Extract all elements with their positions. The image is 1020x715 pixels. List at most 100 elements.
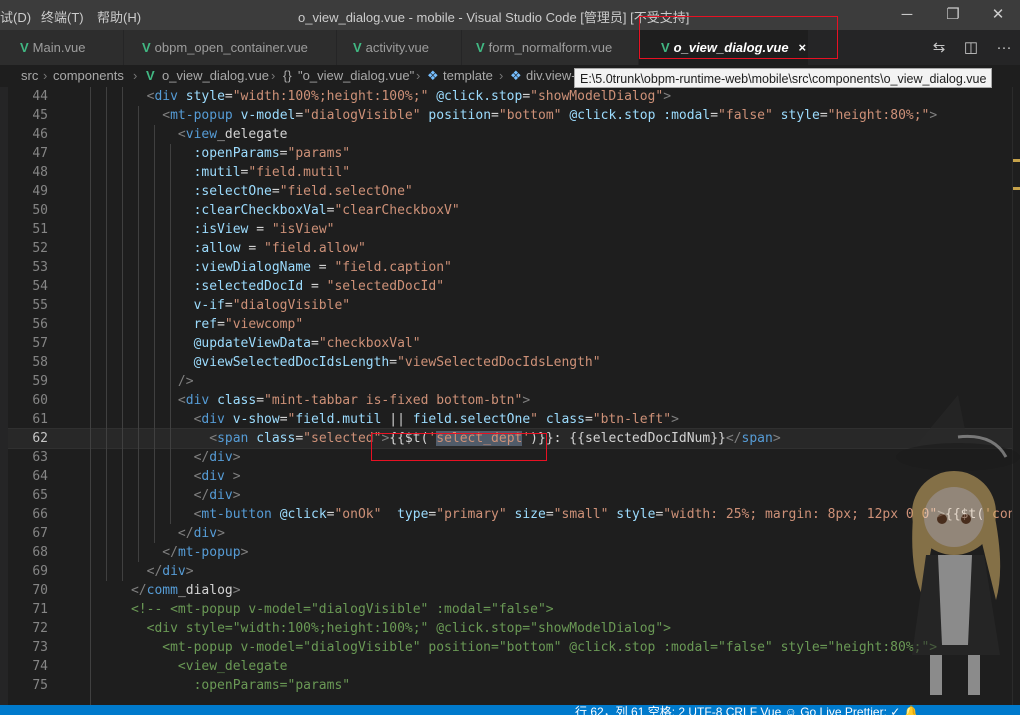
code-line: 55 v-if="dialogVisible" [8,296,1012,315]
breadcrumb-template[interactable]: template [443,68,493,83]
tab-obpm-open-container[interactable]: Vobpm_open_container.vue [124,30,337,65]
breadcrumb-file[interactable]: o_view_dialog.vue [162,68,269,83]
line-number: 51 [32,222,48,237]
menu-terminal[interactable]: 终端(T) [41,7,84,26]
line-number: 64 [32,469,48,484]
status-text[interactable]: 行 62，列 61 空格: 2 UTF-8 CRLF Vue ☺ Go Live… [575,705,919,715]
code-line: 50 :clearCheckboxVal="clearCheckboxV" [8,201,1012,220]
code-line: 58 @viewSelectedDocIdsLength="viewSelect… [8,353,1012,372]
vue-file-icon: V [20,40,29,55]
line-code: <div > [193,469,241,484]
line-code: @updateViewData="checkboxVal" [193,336,421,351]
code-line: 73 <mt-popup v-model="dialogVisible" pos… [8,638,1012,657]
breadcrumb-components[interactable]: components [53,68,124,83]
code-line: 47 :openParams="params" [8,144,1012,163]
line-number: 45 [32,108,48,123]
maximize-button[interactable]: ❐ [940,4,966,26]
overview-ruler[interactable] [1012,87,1020,705]
code-line: 72 <div style="width:100%;height:100%;" … [8,619,1012,638]
vue-file-icon: V [476,40,485,55]
braces-icon: {} [283,68,292,83]
code-editor[interactable]: 44 <div style="width:100%;height:100%;" … [8,87,1012,705]
line-code: @viewSelectedDocIdsLength="viewSelectedD… [193,355,601,370]
line-code: </comm_dialog> [130,583,241,598]
line-number: 73 [32,640,48,655]
ruler-marker [1013,159,1020,162]
line-number: 66 [32,507,48,522]
indent-guide [170,144,171,524]
editor-tab-bar: V Main.vue Vobpm_open_container.vue Vacti… [0,30,1020,65]
line-number: 63 [32,450,48,465]
line-number: 70 [32,583,48,598]
line-code: <view_delegate [177,659,288,674]
minimize-button[interactable]: ─ [894,4,920,26]
line-code: <view_delegate [177,127,288,142]
tab-label: o_view_dialog.vue [673,40,789,55]
code-line: 69 </div> [8,562,1012,581]
line-code: </div> [193,450,241,465]
indent-guide [138,106,139,562]
breadcrumb-module[interactable]: "o_view_dialog.vue" [298,68,414,83]
close-window-button[interactable]: ✕ [985,4,1011,26]
breadcrumb-separator: › [43,68,48,83]
line-number: 55 [32,298,48,313]
code-line: 67 </div> [8,524,1012,543]
code-line: 74 <view_delegate [8,657,1012,676]
tag-icon: ❖ [427,68,439,83]
line-number: 75 [32,678,48,693]
line-number: 50 [32,203,48,218]
line-code: </div> [193,488,241,503]
breadcrumb-separator: › [499,68,504,83]
code-line: 64 <div > [8,467,1012,486]
line-number: 44 [32,89,48,104]
indent-guide [154,125,155,543]
line-code: :allow = "field.allow" [193,241,366,256]
vue-file-icon: V [142,40,151,55]
line-code: :openParams="params" [193,678,351,693]
tab-main-vue[interactable]: V Main.vue [0,30,124,65]
line-code: v-if="dialogVisible" [193,298,351,313]
code-line: 57 @updateViewData="checkboxVal" [8,334,1012,353]
tab-label: Main.vue [32,40,86,55]
line-code: <mt-button @click="onOk" type="primary" … [193,507,1012,522]
line-code: </div> [146,564,194,579]
menu-help[interactable]: 帮助(H) [97,7,141,26]
breadcrumb-src[interactable]: src [21,68,38,83]
tab-o-view-dialog-vue[interactable]: Vo_view_dialog.vue × [639,30,809,65]
line-number: 49 [32,184,48,199]
window-title: o_view_dialog.vue - mobile - Visual Stud… [298,10,690,25]
code-line: 53 :viewDialogName = "field.caption" [8,258,1012,277]
code-line: 44 <div style="width:100%;height:100%;" … [8,87,1012,106]
code-line: 45 <mt-popup v-model="dialogVisible" pos… [8,106,1012,125]
line-code: :viewDialogName = "field.caption" [193,260,452,275]
line-code: </mt-popup> [162,545,249,560]
code-line: 66 <mt-button @click="onOk" type="primar… [8,505,1012,524]
code-line: 71 <!-- <mt-popup v-model="dialogVisible… [8,600,1012,619]
breadcrumb-div[interactable]: div.view- [526,68,576,83]
title-bar: 试(D) 终端(T) 帮助(H) o_view_dialog.vue - mob… [0,0,1020,30]
line-number: 56 [32,317,48,332]
line-code: <span class="selected">{{$t('select_dept… [209,431,781,446]
line-number: 69 [32,564,48,579]
tab-form-normalform-vue[interactable]: Vform_normalform.vue [462,30,639,65]
line-number: 65 [32,488,48,503]
line-number: 57 [32,336,48,351]
close-tab-icon[interactable]: × [799,40,807,55]
code-line: 75 :openParams="params" [8,676,1012,695]
line-code: <!-- <mt-popup v-model="dialogVisible" :… [130,602,554,617]
tab-activity-vue[interactable]: Vactivity.vue [337,30,462,65]
split-editor-icon[interactable]: ◫ [961,38,981,58]
line-code: <div class="mint-tabbar is-fixed bottom-… [177,393,531,408]
code-line: 70 </comm_dialog> [8,581,1012,600]
line-number: 52 [32,241,48,256]
code-line: 61 <div v-show="field.mutil || field.sel… [8,410,1012,429]
indent-guide [90,87,91,705]
menu-debug[interactable]: 试(D) [0,7,31,26]
indent-guide [122,87,123,581]
line-number: 72 [32,621,48,636]
more-actions-icon[interactable]: ··· [993,38,1015,58]
tab-label: form_normalform.vue [488,40,613,55]
open-changes-icon[interactable]: ⇆ [929,38,949,58]
line-code: :clearCheckboxVal="clearCheckboxV" [193,203,460,218]
line-code: ref="viewcomp" [193,317,304,332]
